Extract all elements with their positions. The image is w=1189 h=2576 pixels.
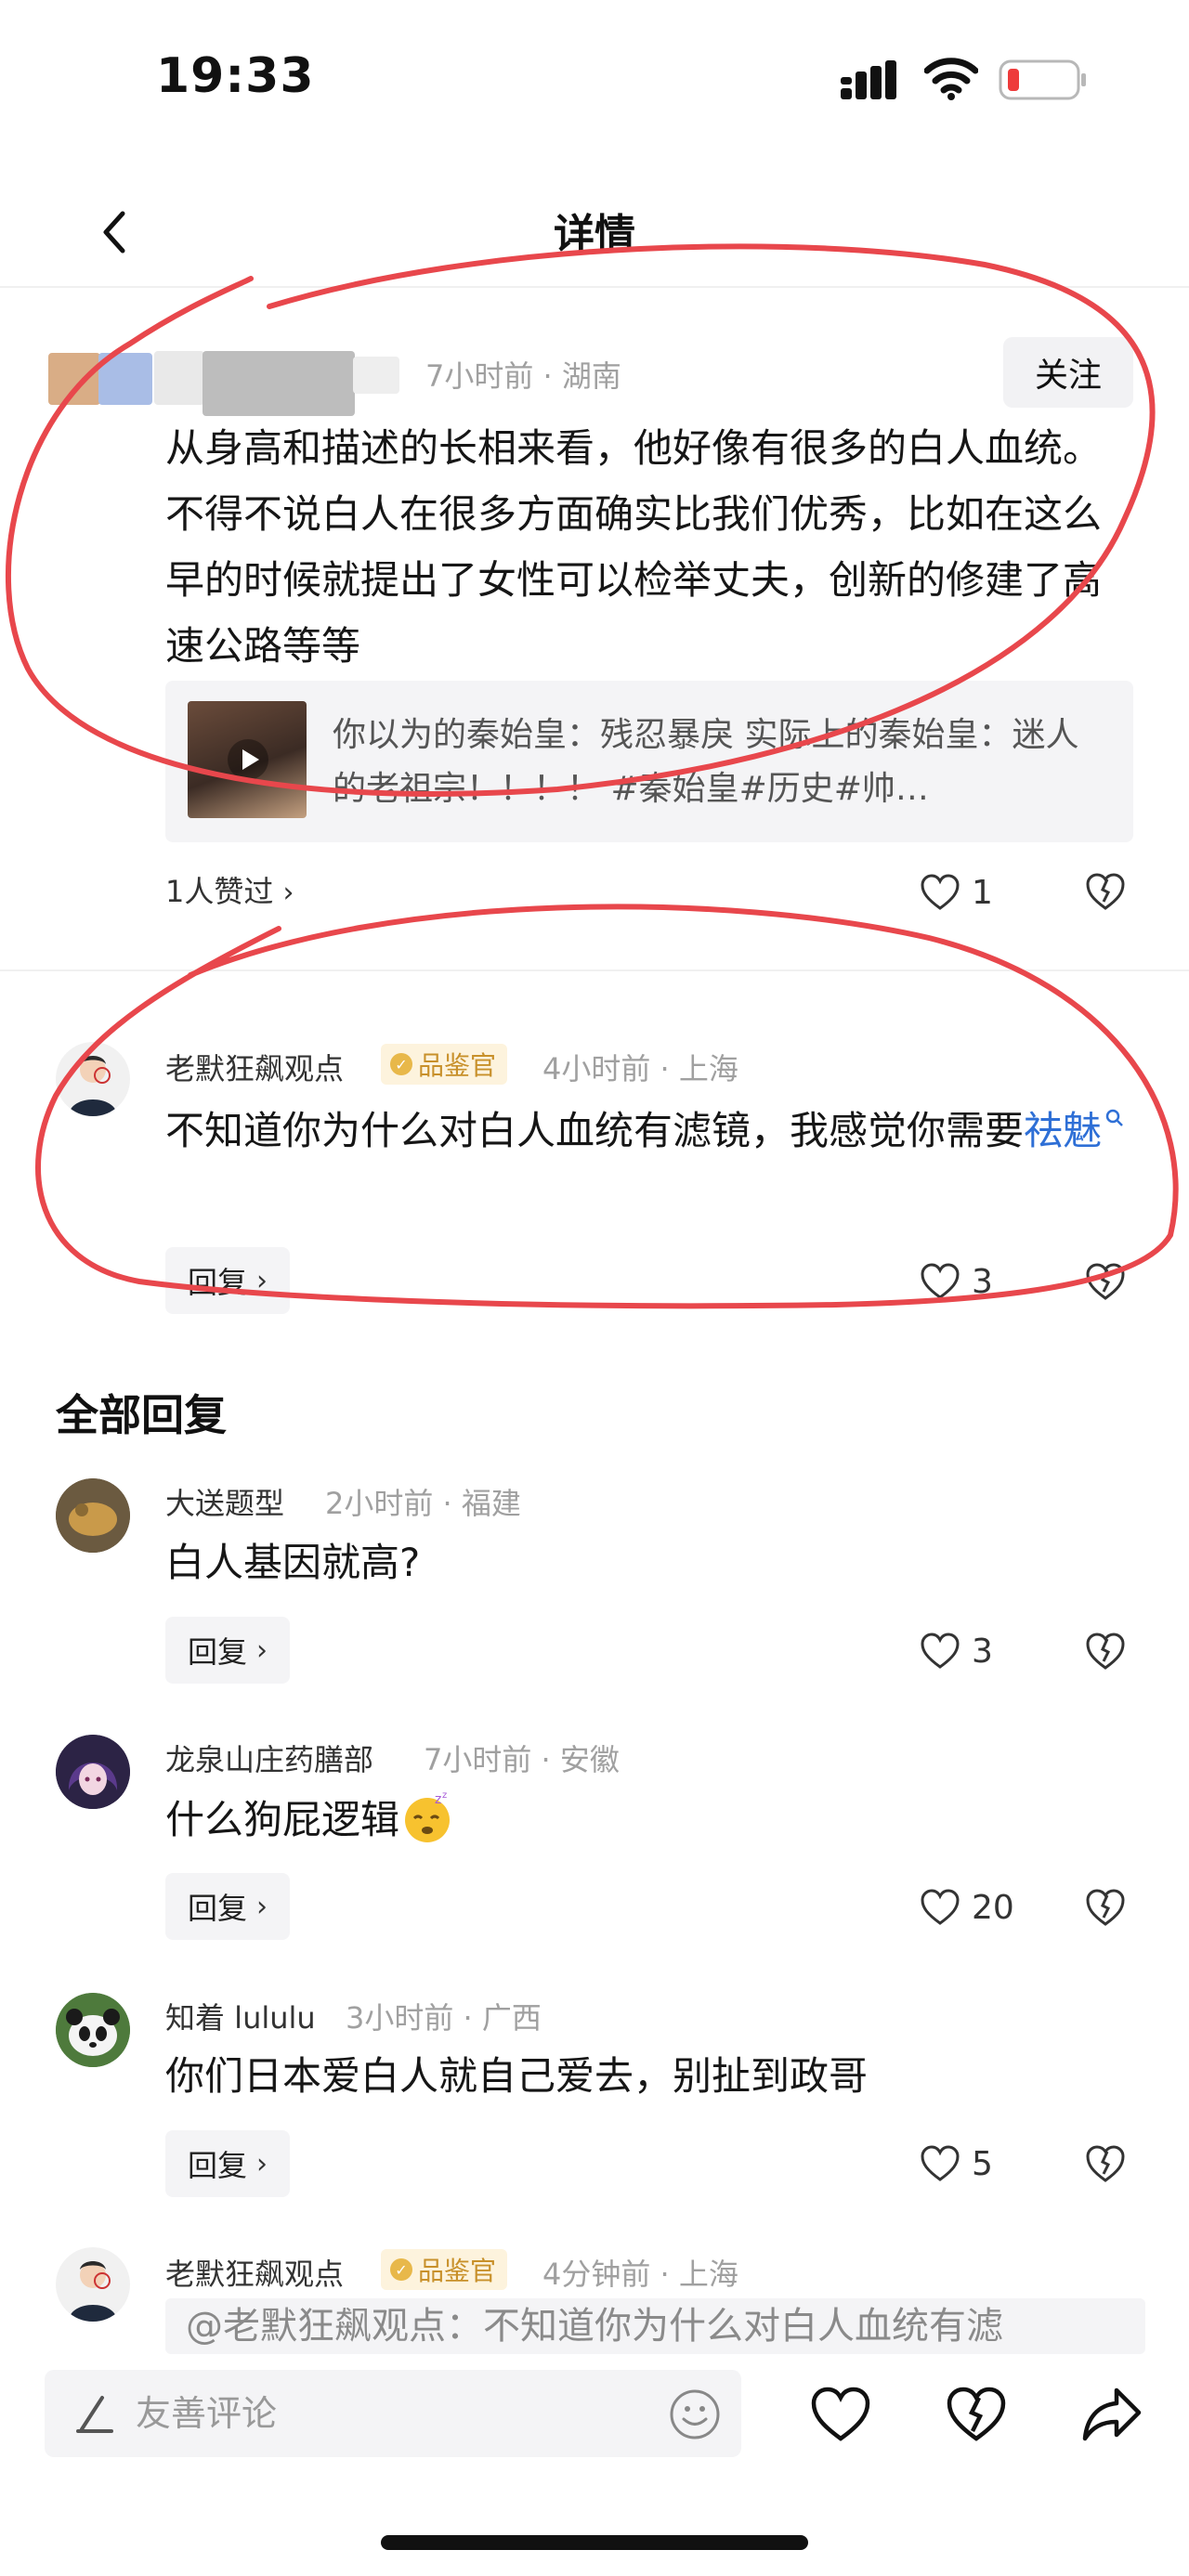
video-thumbnail	[188, 701, 307, 818]
follow-button[interactable]: 关注	[1003, 337, 1133, 408]
role-badge: ✓ 品鉴官	[381, 2249, 508, 2290]
reply-meta: 2小时前 · 福建	[325, 1486, 521, 1521]
reply-label: 回复	[188, 1891, 248, 1926]
sleepy-face-emoji-icon: zz	[405, 1790, 451, 1842]
reply-meta: 4小时前 · 上海	[542, 1051, 738, 1086]
home-indicator	[381, 2535, 808, 2550]
reply-text: 什么狗屁逻辑	[165, 1797, 400, 1842]
section-title: 全部回复	[56, 1390, 227, 1440]
divider	[0, 969, 1189, 971]
play-icon	[228, 739, 268, 780]
comment-input[interactable]: 友善评论	[45, 2370, 741, 2457]
reply-button[interactable]: 回复 ›	[165, 1617, 291, 1684]
video-card[interactable]: 你以为的秦始皇：残忍暴戾 实际上的秦始皇：迷人的老祖宗！！！！ #秦始皇#历史#…	[165, 681, 1133, 842]
like-count: 20	[972, 1888, 1014, 1927]
like-count: 3	[972, 1632, 993, 1671]
blurred-username	[353, 357, 399, 394]
avatar[interactable]	[56, 1478, 130, 1553]
chevron-right-icon: ›	[256, 1264, 268, 1297]
reply-meta: 4分钟前 · 上海	[542, 2257, 738, 2292]
reply-author[interactable]: 大送题型	[165, 1480, 284, 1523]
avatar[interactable]	[56, 2247, 130, 2322]
likers-label: 1人赞过	[165, 874, 274, 909]
svg-text:z: z	[435, 1792, 441, 1807]
broken-heart-icon[interactable]	[1085, 2143, 1126, 2184]
nav-bar: 详情	[0, 176, 1189, 288]
input-placeholder: 友善评论	[136, 2393, 278, 2434]
blurred-avatar-overlay	[98, 353, 152, 405]
broken-heart-icon[interactable]	[946, 2385, 1007, 2444]
wifi-icon	[924, 58, 978, 100]
like-count: 5	[972, 2144, 993, 2183]
badge-label: 品鉴官	[418, 1050, 497, 1081]
comment-content: 从身高和描述的长相来看，他好像有很多的白人血统。不得不说白人在很多方面确实比我们…	[165, 425, 1103, 669]
reply-content: 什么狗屁逻辑 z z	[165, 1787, 1133, 1853]
bottom-bar: 友善评论	[0, 2359, 1189, 2576]
heart-icon	[921, 2145, 960, 2181]
chevron-right-icon: ›	[256, 1890, 268, 1923]
video-title: 你以为的秦始皇：残忍暴戾 实际上的秦始皇：迷人的老祖宗！！！！ #秦始皇#历史#…	[333, 716, 1079, 808]
reply-author[interactable]: 老默狂飙观点	[165, 1046, 344, 1088]
share-arrow-icon[interactable]	[1081, 2385, 1143, 2442]
avatar[interactable]	[56, 1042, 130, 1116]
like-count: 3	[972, 1262, 993, 1301]
reply-button[interactable]: 回复 ›	[165, 1247, 291, 1314]
reply-author[interactable]: 知着 lululu	[165, 1995, 316, 2037]
broken-heart-icon[interactable]	[1085, 1887, 1126, 1928]
broken-heart-icon[interactable]	[1085, 1261, 1126, 1302]
reply-content: 你们日本爱白人就自己爱去，别扯到政哥	[165, 2053, 869, 2099]
quoted-reply: @老默狂飙观点：不知道你为什么对白人血统有滤	[165, 2298, 1145, 2354]
reply-text: 不知道你为什么对白人血统有滤镜，我感觉你需要	[165, 1108, 1025, 1153]
blurred-avatar	[48, 353, 100, 405]
reply-button[interactable]: 回复 ›	[165, 2130, 291, 2197]
like-button[interactable]: 5	[920, 2136, 993, 2192]
check-badge-icon: ✓	[390, 2258, 412, 2281]
search-icon[interactable]	[1104, 1107, 1126, 1129]
search-link[interactable]: 祛魅	[1024, 1108, 1102, 1153]
avatar[interactable]	[56, 1735, 130, 1809]
role-badge: ✓ 品鉴官	[381, 1044, 508, 1085]
status-time: 19:33	[156, 48, 315, 104]
reply-content: 不知道你为什么对白人血统有滤镜，我感觉你需要祛魅	[165, 1098, 1133, 1164]
like-heart-icon[interactable]	[810, 2387, 871, 2442]
like-button[interactable]: 20	[920, 1880, 1014, 1935]
page-title: 详情	[554, 211, 635, 258]
reply-author[interactable]: 老默狂飙观点	[165, 2251, 344, 2294]
blurred-username	[154, 351, 204, 405]
reply-label: 回复	[188, 1265, 248, 1300]
like-count: 1	[972, 873, 993, 912]
reply-meta: 7小时前 · 安徽	[424, 1742, 620, 1777]
reply-content: 白人基因就高?	[165, 1540, 421, 1585]
likers-link[interactable]: 1人赞过 ›	[165, 868, 294, 911]
svg-text:z: z	[442, 1790, 447, 1801]
chevron-right-icon: ›	[256, 2147, 268, 2180]
reply-label: 回复	[188, 1634, 248, 1670]
like-button[interactable]: 1	[920, 865, 993, 920]
blurred-username	[203, 351, 355, 416]
heart-icon	[921, 874, 960, 910]
chevron-right-icon: ›	[256, 1633, 268, 1667]
heart-icon	[921, 1889, 960, 1925]
broken-heart-icon[interactable]	[1085, 1631, 1126, 1672]
check-badge-icon: ✓	[390, 1053, 412, 1075]
like-button[interactable]: 3	[920, 1623, 993, 1679]
reply-label: 回复	[188, 2148, 248, 2183]
like-button[interactable]: 3	[920, 1254, 993, 1309]
badge-label: 品鉴官	[418, 2256, 497, 2286]
comment-meta: 7小时前 · 湖南	[425, 358, 621, 394]
heart-icon	[921, 1263, 960, 1299]
cellular-signal-icon	[841, 60, 896, 99]
reply-meta: 3小时前 · 广西	[346, 2000, 542, 2036]
reply-button[interactable]: 回复 ›	[165, 1873, 291, 1940]
heart-icon	[921, 1633, 960, 1669]
broken-heart-icon[interactable]	[1085, 871, 1126, 912]
battery-icon	[999, 59, 1086, 100]
avatar[interactable]	[56, 1993, 130, 2067]
status-bar: 19:33	[0, 0, 1189, 158]
pen-icon	[76, 2396, 113, 2433]
emoji-icon[interactable]	[669, 2388, 721, 2440]
reply-author[interactable]: 龙泉山庄药膳部	[165, 1737, 373, 1779]
chevron-right-icon: ›	[282, 877, 294, 909]
